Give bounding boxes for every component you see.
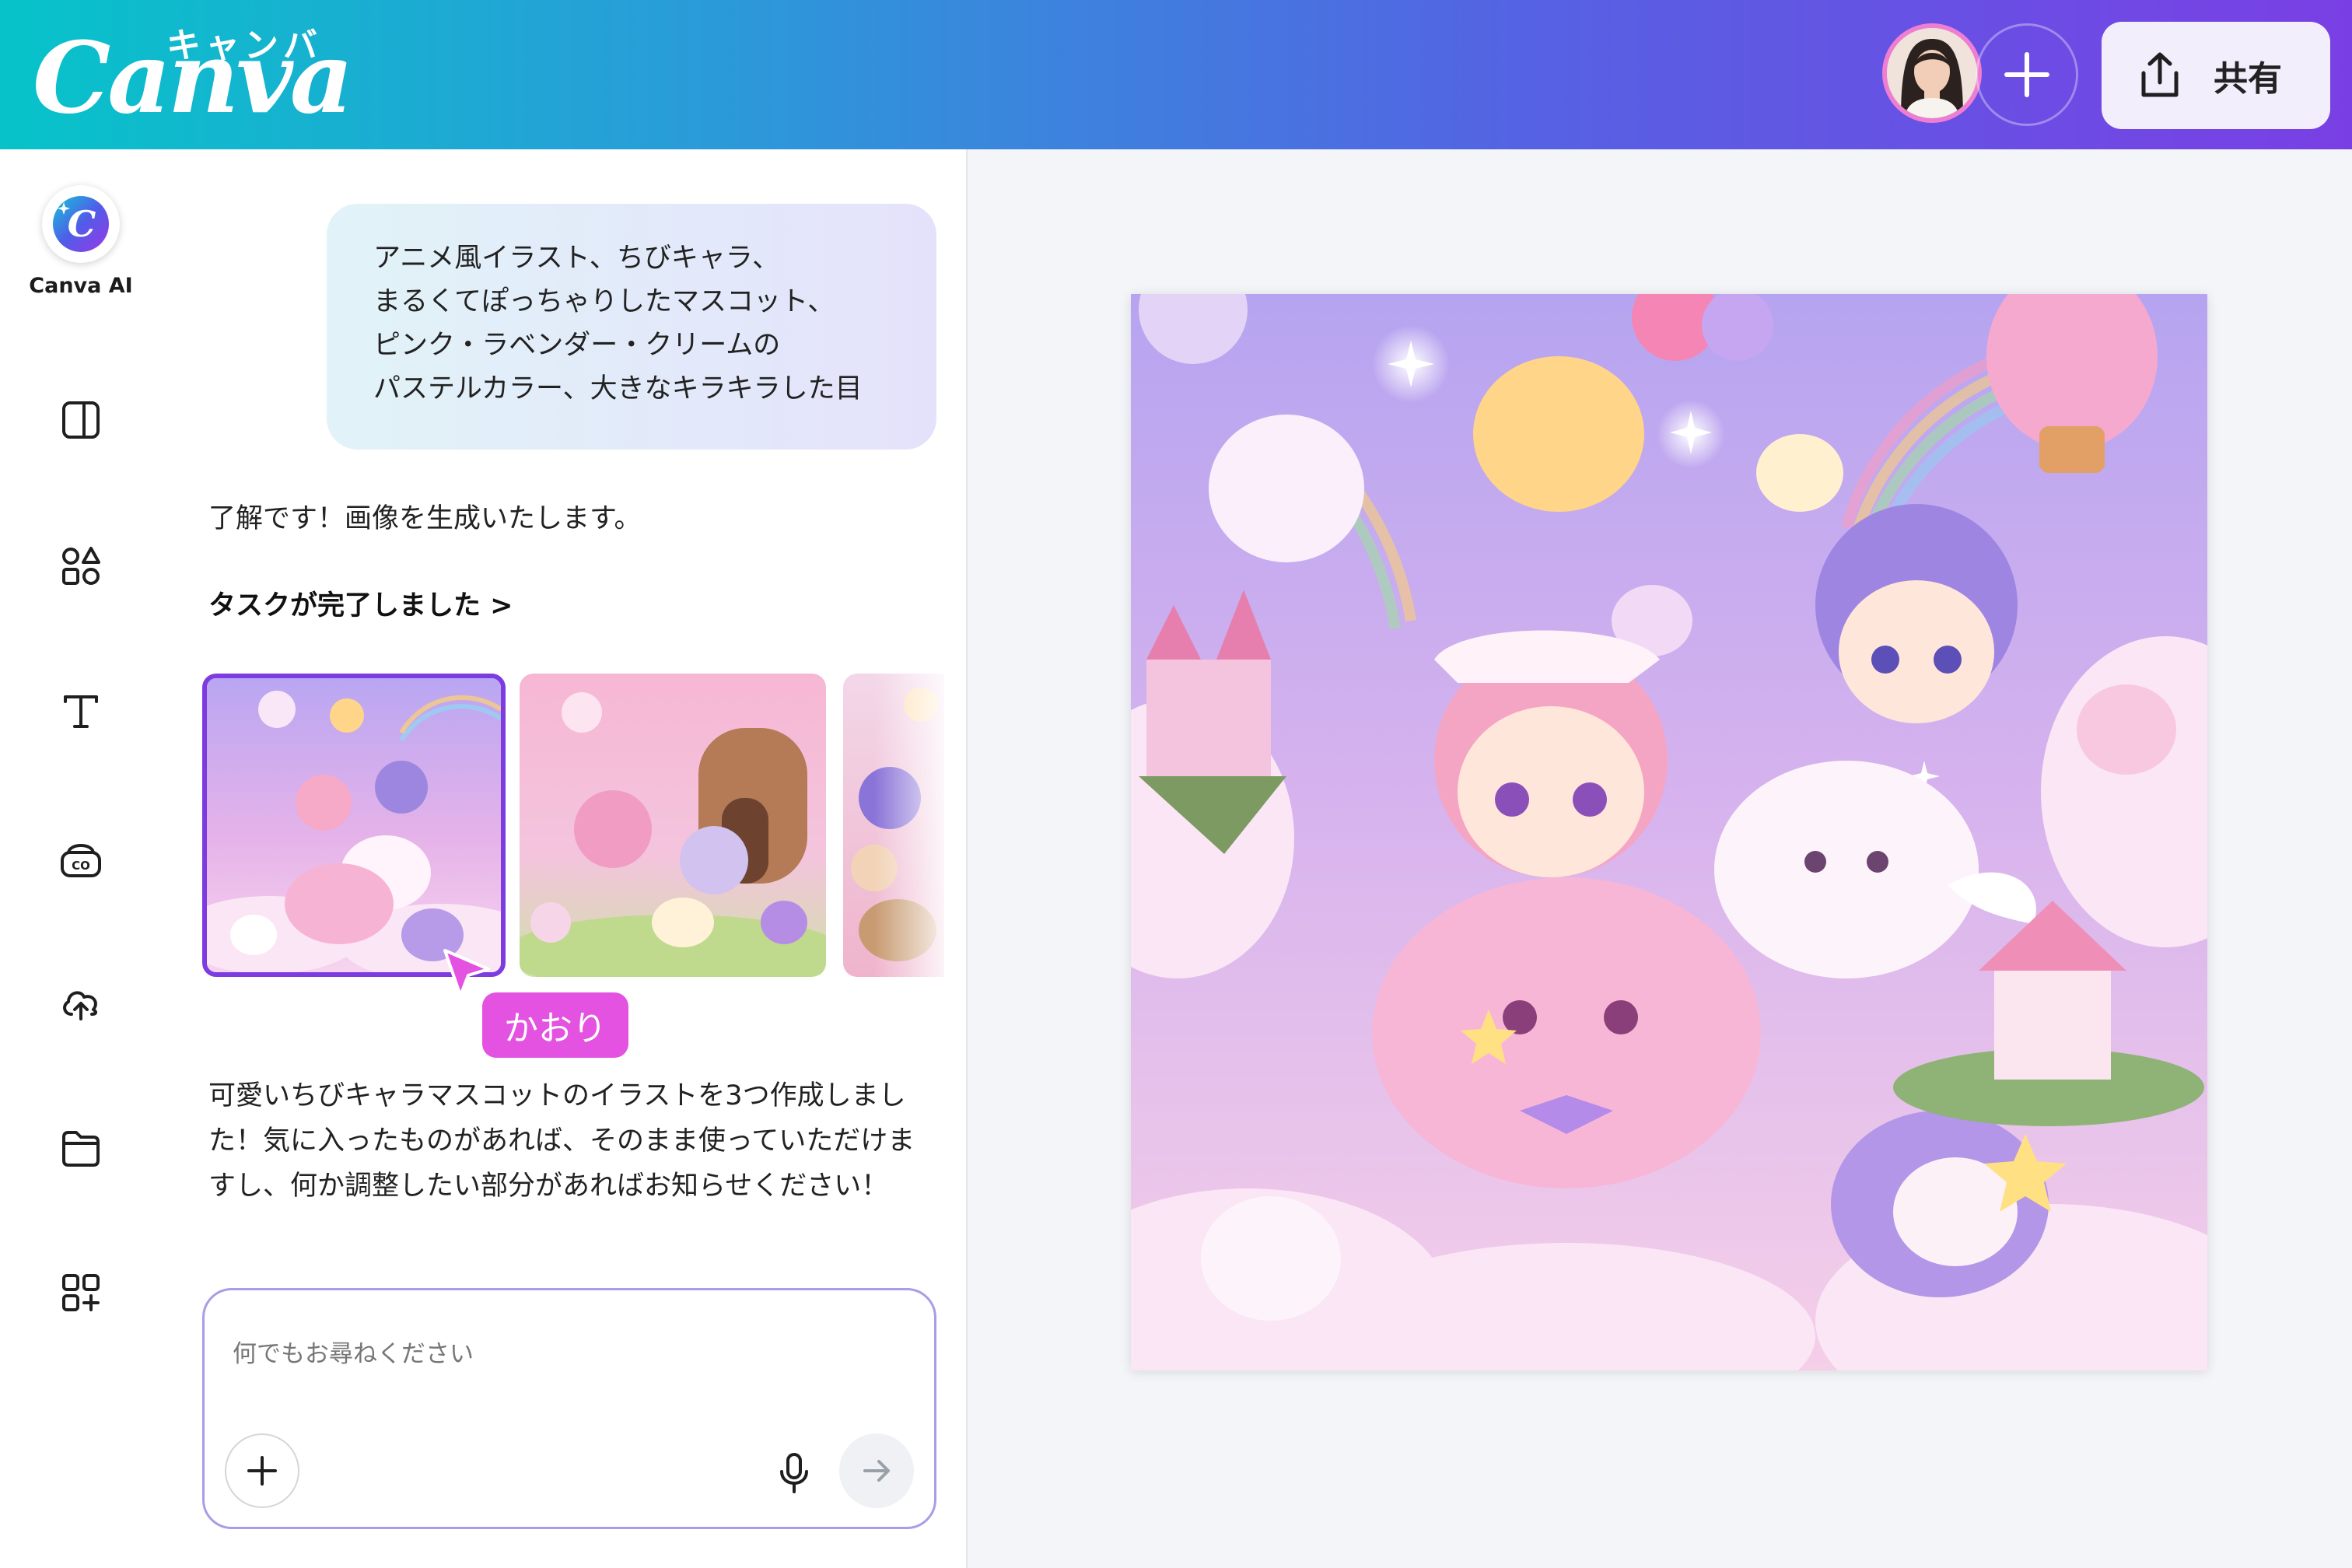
rail-item-projects[interactable] xyxy=(0,1125,162,1171)
share-button[interactable]: 共有 xyxy=(2102,22,2330,129)
chat-input-placeholder[interactable]: 何でもお尋ねください xyxy=(233,1334,474,1369)
chibi-mascot-illustration xyxy=(1131,294,2207,1370)
generated-image-thumbnail-2[interactable] xyxy=(520,674,826,977)
svg-text:C: C xyxy=(68,203,96,245)
rail-item-brand[interactable]: CO xyxy=(0,835,162,882)
rail-item-apps[interactable] xyxy=(0,1269,162,1316)
microphone-icon xyxy=(780,1453,808,1493)
thumbnail-fade-overlay xyxy=(874,669,966,982)
collaborator-name-tag: かおり xyxy=(482,992,628,1058)
user-message-line: ピンク・ラベンダー・クリームの xyxy=(373,330,781,361)
brand-kit-icon: CO xyxy=(61,844,101,877)
rail-item-label: Canva AI xyxy=(29,274,133,298)
chat-input-box[interactable]: 何でもお尋ねください xyxy=(202,1288,936,1529)
user-avatar[interactable] xyxy=(1882,23,1982,123)
avatar-portrait-icon xyxy=(1887,28,1977,118)
plus-icon xyxy=(2004,52,2049,97)
panel-divider xyxy=(966,149,968,1568)
logo-wordmark: Canva xyxy=(33,20,353,135)
design-canvas-image[interactable] xyxy=(1131,294,2207,1370)
thumbnail-illustration-1 xyxy=(207,678,501,972)
collaborator-cursor-icon xyxy=(443,949,490,997)
user-message-bubble: アニメ風イラスト、ちびキャラ、 まるくてぽっちゃりしたマスコット、 ピンク・ラベ… xyxy=(327,204,936,450)
send-button[interactable] xyxy=(839,1433,914,1508)
user-message-line: まるくてぽっちゃりしたマスコット、 xyxy=(373,286,835,317)
cloud-upload-icon xyxy=(63,991,97,1020)
canva-ai-icon: C xyxy=(42,185,120,263)
add-collaborator-button[interactable] xyxy=(1976,23,2078,126)
rail-item-elements[interactable] xyxy=(0,543,162,590)
generated-image-thumbnail-1[interactable] xyxy=(202,674,506,977)
task-complete-link[interactable]: タスクが完了しました > xyxy=(208,583,513,623)
shapes-icon xyxy=(62,547,100,585)
rail-item-canva-ai[interactable]: C Canva AI xyxy=(0,185,162,298)
top-header: キャンバ Canva 共有 xyxy=(0,0,2352,149)
user-message-line: パステルカラー、大きなキラキラした目 xyxy=(373,373,863,404)
svg-text:CO: CO xyxy=(72,859,90,873)
plus-icon xyxy=(247,1456,277,1486)
rail-item-uploads[interactable] xyxy=(0,978,162,1025)
left-icon-rail: C Canva AI CO xyxy=(0,149,162,1568)
ai-reply-result: 可愛いちびキャラマスコットのイラストを3つ作成しました！気に入ったものがあれば、… xyxy=(208,1080,915,1202)
layout-panel-icon xyxy=(62,401,100,439)
ai-reply-acknowledge: 了解です！画像を生成いたします。 xyxy=(208,503,642,534)
share-label: 共有 xyxy=(2214,59,2282,99)
apps-grid-icon xyxy=(62,1274,100,1311)
rail-item-design[interactable] xyxy=(0,397,162,443)
rail-item-text[interactable] xyxy=(0,688,162,734)
user-message-line: アニメ風イラスト、ちびキャラ、 xyxy=(373,243,780,274)
thumbnail-illustration-2 xyxy=(520,674,826,977)
microphone-button[interactable] xyxy=(772,1449,816,1497)
share-upload-icon xyxy=(2141,52,2179,97)
text-icon xyxy=(64,695,98,728)
arrow-right-icon xyxy=(863,1460,890,1482)
attach-button[interactable] xyxy=(225,1433,299,1508)
folder-icon xyxy=(62,1131,100,1167)
